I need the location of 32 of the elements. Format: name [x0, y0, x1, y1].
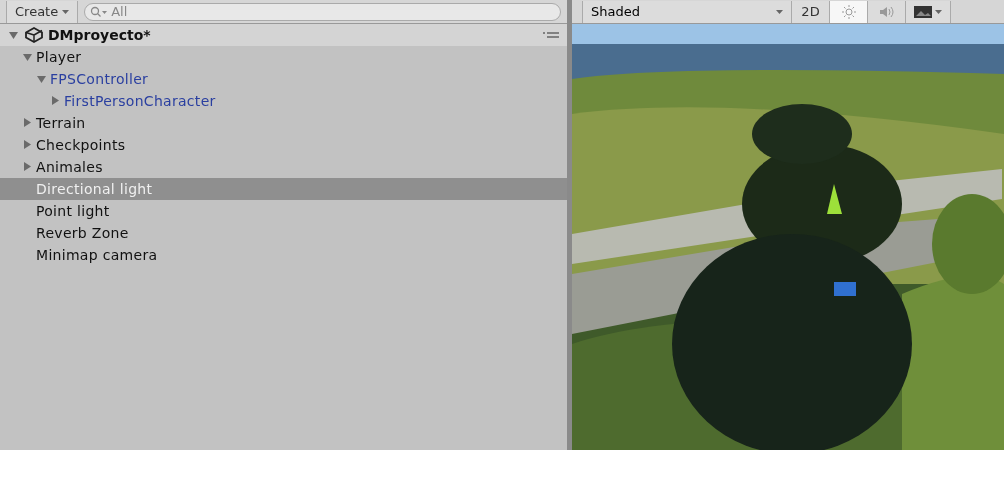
expanded-arrow-icon[interactable] [8, 29, 20, 41]
collapsed-arrow-icon[interactable] [22, 139, 34, 151]
draw-mode-dropdown[interactable]: Shaded [582, 0, 792, 23]
toggle-button[interactable] [906, 0, 951, 23]
sun-icon [840, 4, 857, 19]
hierarchy-item[interactable]: FPSController [0, 68, 567, 90]
toggle-button[interactable] [868, 0, 906, 23]
speaker-icon [878, 4, 895, 19]
expanded-arrow-icon[interactable] [36, 73, 48, 85]
search-field[interactable]: All [84, 2, 561, 21]
hierarchy-item[interactable]: Player [0, 46, 567, 68]
hierarchy-item[interactable]: Point light [0, 200, 567, 222]
hierarchy-item[interactable]: Minimap camera [0, 244, 567, 266]
expanded-arrow-icon[interactable] [22, 51, 34, 63]
collapsed-arrow-icon[interactable] [22, 117, 34, 129]
hierarchy-item[interactable]: Checkpoints [0, 134, 567, 156]
caret-icon [935, 9, 942, 14]
collapsed-arrow-icon[interactable] [50, 95, 62, 107]
hierarchy-item[interactable]: Animales [0, 156, 567, 178]
toggle-button[interactable] [830, 0, 868, 23]
hierarchy-item[interactable]: Reverb Zone [0, 222, 567, 244]
menu-icon[interactable] [543, 30, 559, 40]
image-icon [914, 4, 932, 19]
toggle-button[interactable]: 2D [792, 0, 830, 23]
caret-icon [62, 9, 70, 14]
create-button[interactable]: Create [6, 0, 79, 23]
caret-icon [776, 9, 783, 14]
hierarchy-item[interactable]: Terrain [0, 112, 567, 134]
scene-name: DMproyecto* [48, 25, 151, 45]
collapsed-arrow-icon[interactable] [22, 161, 34, 173]
search-icon [90, 5, 109, 18]
hierarchy-item[interactable]: FirstPersonCharacter [0, 90, 567, 112]
